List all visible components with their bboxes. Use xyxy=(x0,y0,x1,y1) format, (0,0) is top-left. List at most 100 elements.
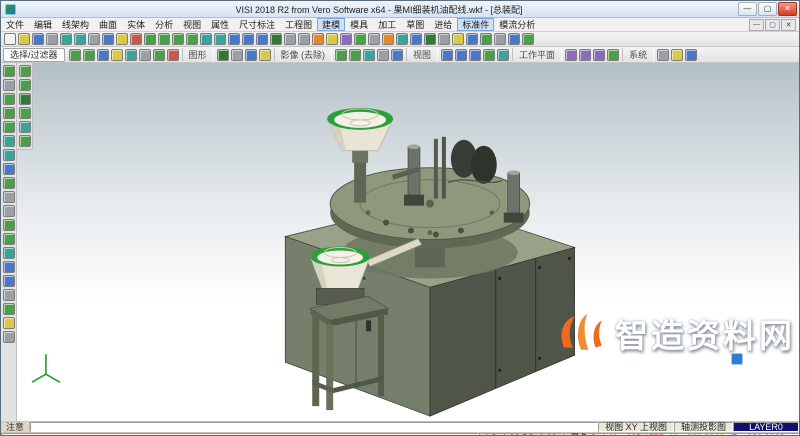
workplane-yz-icon[interactable] xyxy=(593,49,605,61)
array-icon[interactable] xyxy=(3,303,15,315)
chain-select-icon[interactable] xyxy=(83,49,95,61)
menu-file[interactable]: 文件 xyxy=(1,18,29,31)
offset-icon[interactable] xyxy=(3,177,15,189)
workplane-xz-icon[interactable] xyxy=(579,49,591,61)
fillet-icon[interactable] xyxy=(3,219,15,231)
type-filter-icon[interactable] xyxy=(139,49,151,61)
iso-view-icon[interactable] xyxy=(256,33,268,45)
render-icon[interactable] xyxy=(424,33,436,45)
status-layer[interactable]: LAYER0 xyxy=(733,422,799,432)
line-icon[interactable] xyxy=(3,93,15,105)
isolate-icon[interactable] xyxy=(363,49,375,61)
save-icon[interactable] xyxy=(32,33,44,45)
workplane-custom-icon[interactable] xyxy=(607,49,619,61)
transparency-icon[interactable] xyxy=(245,49,257,61)
group-label-system[interactable]: 系统 xyxy=(622,48,654,61)
select-mode-icon[interactable] xyxy=(69,49,81,61)
restore-icon[interactable] xyxy=(391,49,403,61)
status-projection[interactable]: 轴测投影图 xyxy=(674,422,733,432)
wireframe-mode-icon[interactable] xyxy=(231,49,243,61)
paste-icon[interactable] xyxy=(116,33,128,45)
delete-icon[interactable] xyxy=(130,33,142,45)
print-icon[interactable] xyxy=(46,33,58,45)
circle-icon[interactable] xyxy=(3,121,15,133)
menu-sketch[interactable]: 草图 xyxy=(401,18,429,31)
redo-icon[interactable] xyxy=(74,33,86,45)
layers-icon[interactable] xyxy=(326,33,338,45)
hidden-line-icon[interactable] xyxy=(298,33,310,45)
calculator-icon[interactable] xyxy=(671,49,683,61)
views-icon[interactable] xyxy=(480,33,492,45)
zoom-in-icon[interactable] xyxy=(172,33,184,45)
visibility-icon[interactable] xyxy=(153,49,165,61)
layer-filter-icon[interactable] xyxy=(125,49,137,61)
filter-icon[interactable] xyxy=(522,33,534,45)
menu-wireframe[interactable]: 线架构 xyxy=(57,18,94,31)
wireframe-icon[interactable] xyxy=(284,33,296,45)
top-view-icon[interactable] xyxy=(242,33,254,45)
shaded-mode-icon[interactable] xyxy=(217,49,229,61)
measure-icon[interactable] xyxy=(382,33,394,45)
rectangle-icon[interactable] xyxy=(3,135,15,147)
maximize-button[interactable]: ▢ xyxy=(758,2,777,16)
help-icon[interactable] xyxy=(508,33,520,45)
grid-icon[interactable] xyxy=(368,33,380,45)
group-label-views[interactable]: 视图 xyxy=(406,48,438,61)
ghost-icon[interactable] xyxy=(377,49,389,61)
select-icon[interactable] xyxy=(3,65,15,77)
box-select-icon[interactable] xyxy=(97,49,109,61)
menu-dimension[interactable]: 尺寸标注 xyxy=(234,18,280,31)
menu-edit[interactable]: 编辑 xyxy=(29,18,57,31)
light-icon[interactable] xyxy=(452,33,464,45)
selection-filter-dropdown[interactable]: 选择/过滤器 xyxy=(3,48,65,62)
arc-icon[interactable] xyxy=(3,107,15,119)
rotate-icon[interactable] xyxy=(3,275,15,287)
section-icon[interactable] xyxy=(312,33,324,45)
workplane-xy-icon[interactable] xyxy=(565,49,577,61)
menu-view[interactable]: 视图 xyxy=(178,18,206,31)
capture-icon[interactable] xyxy=(466,33,478,45)
options-icon[interactable] xyxy=(657,49,669,61)
move-icon[interactable] xyxy=(3,261,15,273)
menu-moldflow[interactable]: 模流分析 xyxy=(494,18,540,31)
highlight-icon[interactable] xyxy=(259,49,271,61)
group-label-graphics[interactable]: 图形 xyxy=(182,48,214,61)
menu-attributes[interactable]: 属性 xyxy=(206,18,234,31)
zoom-fit-icon[interactable] xyxy=(144,33,156,45)
front-view-icon[interactable] xyxy=(228,33,240,45)
text-icon[interactable] xyxy=(3,331,15,343)
zoom-window-icon[interactable] xyxy=(158,33,170,45)
color-filter-icon[interactable] xyxy=(111,49,123,61)
open-icon[interactable] xyxy=(18,33,30,45)
info-icon[interactable] xyxy=(685,49,697,61)
menu-machining[interactable]: 加工 xyxy=(373,18,401,31)
chamfer-icon[interactable] xyxy=(3,233,15,245)
pan-icon[interactable] xyxy=(200,33,212,45)
snap-icon[interactable] xyxy=(354,33,366,45)
view-top-icon[interactable] xyxy=(441,49,453,61)
menu-surface[interactable]: 曲面 xyxy=(94,18,122,31)
shadow-icon[interactable] xyxy=(438,33,450,45)
doc-minimize-button[interactable]: — xyxy=(749,19,764,31)
undo-icon[interactable] xyxy=(60,33,72,45)
rotate-view-icon[interactable] xyxy=(214,33,226,45)
group-label-image[interactable]: 影像 (去除) xyxy=(274,48,333,61)
view-front-icon[interactable] xyxy=(455,49,467,61)
minimize-button[interactable]: — xyxy=(738,2,757,16)
menu-modeling[interactable]: 建模 xyxy=(317,18,345,31)
cut-icon[interactable] xyxy=(88,33,100,45)
show-all-icon[interactable] xyxy=(349,49,361,61)
workplane-icon[interactable] xyxy=(340,33,352,45)
trim-icon[interactable] xyxy=(3,191,15,203)
shaded-icon[interactable] xyxy=(270,33,282,45)
mirror-icon[interactable] xyxy=(3,247,15,259)
analyze-icon[interactable] xyxy=(396,33,408,45)
doc-close-button[interactable]: ✕ xyxy=(781,19,796,31)
view-iso-icon[interactable] xyxy=(483,49,495,61)
dimension-icon[interactable] xyxy=(3,317,15,329)
menu-standards[interactable]: 标准件 xyxy=(457,18,494,31)
menu-mould[interactable]: 模具 xyxy=(345,18,373,31)
3d-viewport[interactable]: 智造资料网 xyxy=(17,63,799,421)
scale-icon[interactable] xyxy=(3,289,15,301)
zoom-out-icon[interactable] xyxy=(186,33,198,45)
